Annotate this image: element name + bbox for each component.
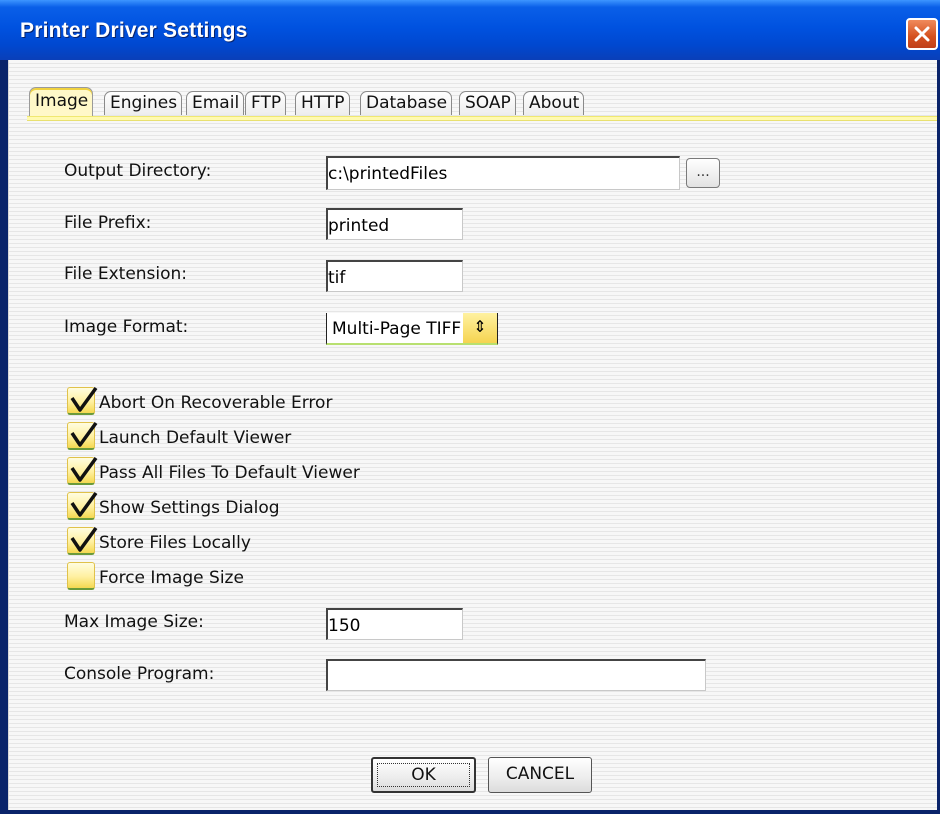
ok-button[interactable]: OK [371,757,476,793]
checkbox[interactable] [67,562,95,590]
console-program-label: Console Program: [64,664,215,684]
checkbox-label: Store Files Locally [99,533,251,553]
checkmark-icon [70,456,98,482]
checkbox-label: Force Image Size [99,568,244,588]
checkmark-icon [70,491,98,517]
dialog-window: Printer Driver Settings Image Engines Em… [0,0,940,814]
checkbox-label: Show Settings Dialog [99,498,280,518]
file-extension-field[interactable]: tif [326,260,463,292]
tab-engines[interactable]: Engines [104,91,183,115]
checkmark-icon [70,421,98,447]
max-image-size-field[interactable]: 150 [326,608,463,640]
tab-soap[interactable]: SOAP [459,91,516,115]
dialog-body: Image Engines Email FTP HTTP Database SO… [8,60,937,810]
tab-http[interactable]: HTTP [295,91,350,115]
tab-image[interactable]: Image [29,87,94,118]
checkbox[interactable] [67,491,98,520]
output-directory-label: Output Directory: [64,161,212,181]
tab-strip: Image Engines Email FTP HTTP Database SO… [9,60,937,121]
checkbox[interactable] [67,386,98,415]
image-format-select[interactable]: Multi-Page TIFF ⇕ [326,313,498,345]
file-extension-label: File Extension: [64,264,188,284]
focus-rect [377,763,470,787]
max-image-size-label: Max Image Size: [64,612,204,632]
image-format-label: Image Format: [64,317,189,337]
file-prefix-label: File Prefix: [64,213,152,233]
close-button[interactable] [906,18,938,50]
file-prefix-field[interactable]: printed [326,208,463,240]
tab-ftp[interactable]: FTP [245,91,287,115]
close-icon [914,26,930,42]
checkbox-label: Launch Default Viewer [99,428,292,448]
window-title: Printer Driver Settings [20,19,248,42]
tab-about[interactable]: About [523,91,585,115]
console-program-field[interactable] [326,659,706,691]
checkbox-label: Abort On Recoverable Error [99,393,333,413]
tab-email[interactable]: Email [186,91,245,115]
checkmark-icon [70,526,98,552]
output-directory-field[interactable]: c:\printedFiles [326,156,680,190]
tab-database[interactable]: Database [360,91,453,115]
tab-underline [27,116,937,121]
updown-arrow-icon[interactable]: ⇕ [463,313,497,343]
title-bar[interactable]: Printer Driver Settings [0,0,940,60]
checkbox[interactable] [67,456,98,485]
checkbox[interactable] [67,526,98,555]
checkbox-label: Pass All Files To Default Viewer [99,463,360,483]
browse-button[interactable]: ... [686,158,720,188]
image-format-value: Multi-Page TIFF [332,319,462,339]
checkmark-icon [70,386,98,412]
cancel-button[interactable]: CANCEL [488,757,592,793]
checkbox[interactable] [67,421,98,450]
